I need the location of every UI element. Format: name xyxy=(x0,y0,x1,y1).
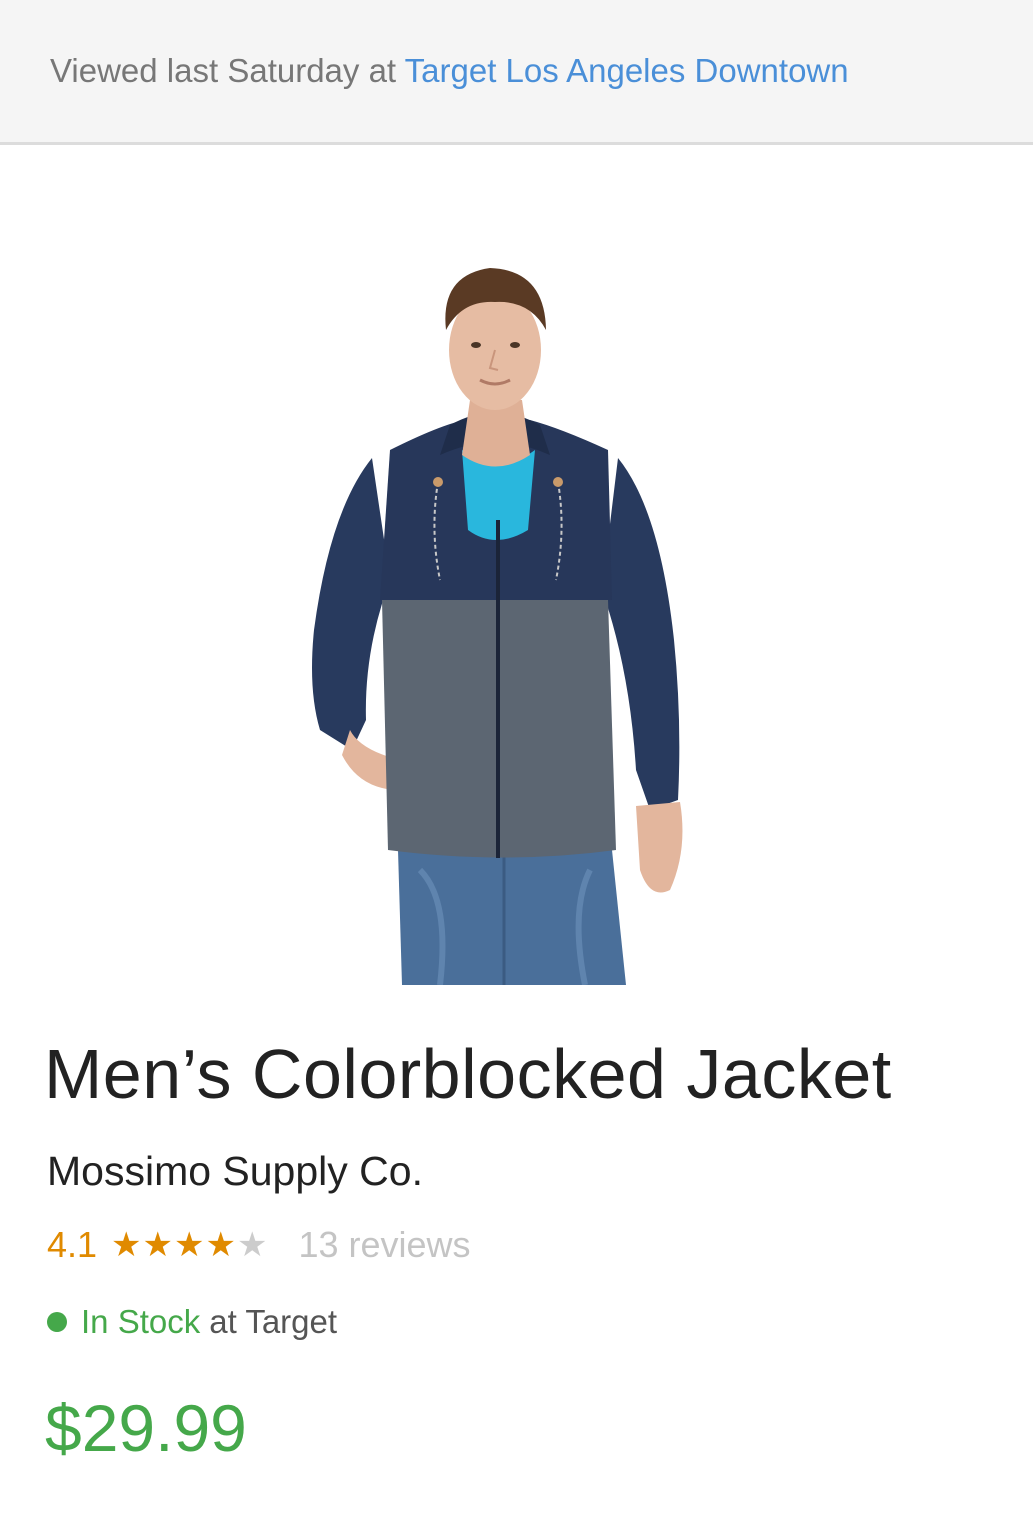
star-icon: ★ xyxy=(174,1226,206,1264)
star-empty-icon: ★ xyxy=(236,1226,269,1264)
star-icon: ★ xyxy=(142,1226,175,1264)
store-link[interactable]: Target Los Angeles Downtown xyxy=(405,52,849,89)
jeans xyxy=(398,850,626,985)
product-title[interactable]: Men’s Colorblocked Jacket xyxy=(44,1034,892,1114)
star-icon: ★ xyxy=(205,1226,237,1264)
product-price: $29.99 xyxy=(45,1391,247,1465)
star-icon: ★ xyxy=(111,1226,143,1264)
product-image[interactable] xyxy=(290,250,700,985)
product-brand: Mossimo Supply Co. xyxy=(47,1148,423,1194)
viewed-prefix: Viewed last Saturday at xyxy=(50,52,405,89)
rating-value: 4.1 xyxy=(47,1224,98,1265)
rating-row[interactable]: 4.1 ★★★★★ 13 reviews xyxy=(47,1222,471,1268)
status-dot-icon xyxy=(47,1312,67,1332)
stock-status: In Stock xyxy=(81,1303,201,1340)
stock-row: In Stock at Target xyxy=(47,1302,337,1342)
viewed-banner: Viewed last Saturday at Target Los Angel… xyxy=(0,0,1033,145)
viewed-text: Viewed last Saturday at Target Los Angel… xyxy=(50,52,849,90)
stock-location: at Target xyxy=(209,1303,338,1340)
left-sleeve xyxy=(312,458,390,750)
rating-stars: ★★★★★ xyxy=(111,1225,268,1265)
reviews-link[interactable]: 13 reviews xyxy=(298,1224,470,1266)
right-sleeve xyxy=(602,458,680,810)
